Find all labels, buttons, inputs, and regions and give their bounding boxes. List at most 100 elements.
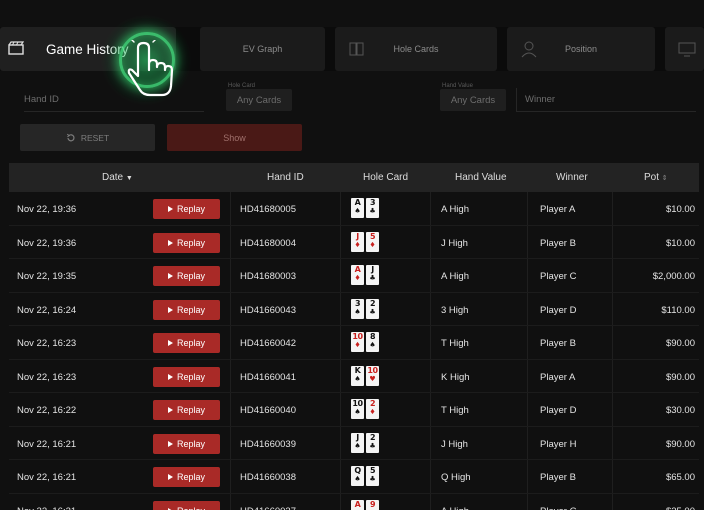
tab-label: EV Graph <box>242 44 283 54</box>
column-divider <box>527 493 528 510</box>
play-icon <box>167 239 173 246</box>
column-divider <box>527 359 528 392</box>
play-icon <box>167 474 173 480</box>
replay-button[interactable]: Replay <box>153 232 220 253</box>
date-header[interactable]: Date ▼ <box>102 172 133 183</box>
hand-id-cell: HD41660040 <box>240 405 296 416</box>
hand-value-select[interactable]: Any Cards <box>440 89 506 111</box>
column-divider <box>230 192 231 225</box>
hole-card-select[interactable]: Any Cards <box>226 89 292 111</box>
replay-label: Replay <box>176 405 205 415</box>
hole-cards: Q ♠ 5 ♣ <box>351 466 379 486</box>
playing-card: A ♦ <box>351 265 364 285</box>
person-icon <box>521 41 537 58</box>
play-icon <box>167 340 173 346</box>
pot-cell: $25.00 <box>666 506 695 510</box>
pot-cell: $90.00 <box>665 438 695 450</box>
column-divider <box>612 225 613 258</box>
playing-card: 3 ♣ <box>366 198 379 218</box>
reset-label: RESET <box>80 132 110 143</box>
column-divider <box>230 493 231 510</box>
winner-cell: Player B <box>540 338 576 349</box>
playing-card: 2 ♣ <box>366 298 379 319</box>
winner-cell: Player H <box>540 438 577 450</box>
pot-cell: $90.00 <box>665 371 695 383</box>
hand-id-cell: HD41680005 <box>240 204 296 215</box>
column-divider <box>340 426 341 459</box>
table-row: Nov 22, 19:35 Replay HD41680003 A ♦ J ♣ … <box>9 259 699 293</box>
winner-cell: Player D <box>540 304 577 316</box>
column-divider <box>230 426 231 459</box>
column-divider <box>230 460 231 493</box>
tab-hole-cards[interactable]: Hole Cards <box>335 27 497 71</box>
clapperboard-icon <box>8 41 24 55</box>
hand-value-header: Hand Value <box>455 172 507 183</box>
card-suit-icon: ♠ <box>354 441 361 450</box>
reset-button[interactable]: RESET <box>20 124 155 151</box>
replay-label: Replay <box>176 237 205 248</box>
column-divider <box>340 359 341 392</box>
column-divider <box>430 493 431 510</box>
play-icon <box>167 407 173 413</box>
column-divider <box>527 259 528 292</box>
winner-cell: Player A <box>540 204 576 215</box>
replay-button[interactable]: Replay <box>153 433 220 454</box>
column-divider <box>340 225 341 258</box>
show-label: Show <box>223 132 246 143</box>
column-divider <box>340 326 341 359</box>
pot-cell: $10.00 <box>665 237 695 249</box>
column-divider <box>340 192 341 225</box>
hand-id-placeholder: Hand ID <box>24 94 59 105</box>
hand-id-cell: HD41660038 <box>240 472 296 483</box>
card-rank: 9 <box>369 499 376 509</box>
replay-button[interactable]: Replay <box>153 266 220 286</box>
date-cell: Nov 22, 16:24 <box>17 304 77 316</box>
column-divider <box>612 493 613 510</box>
tab-position[interactable]: Position <box>507 27 655 71</box>
card-rank: J <box>356 432 359 442</box>
card-rank: 10 <box>367 365 378 375</box>
hand-id-input[interactable]: Hand ID <box>24 88 204 112</box>
pot-cell: $2,000.00 <box>652 271 695 282</box>
tab-more[interactable] <box>665 27 704 71</box>
column-divider <box>430 460 431 493</box>
column-divider <box>340 493 341 510</box>
sort-icon: ⇕ <box>661 175 668 182</box>
hand-value-cell: J High <box>441 237 468 249</box>
card-suit-icon: ♣ <box>369 441 376 450</box>
column-divider <box>430 225 431 258</box>
replay-button[interactable]: Replay <box>153 333 220 353</box>
pot-header[interactable]: Pot ⇕ <box>644 172 668 183</box>
column-divider <box>430 326 431 359</box>
table-row: Nov 22, 16:24 Replay HD41660043 3 ♠ 2 ♣ … <box>9 292 699 326</box>
column-divider <box>612 460 613 493</box>
replay-button[interactable]: Replay <box>153 500 220 510</box>
show-button[interactable]: Show <box>167 124 302 151</box>
replay-label: Replay <box>176 338 205 348</box>
replay-button[interactable]: Replay <box>153 400 220 420</box>
column-divider <box>230 292 231 325</box>
column-divider <box>230 359 231 392</box>
replay-button[interactable]: Replay <box>153 199 220 219</box>
date-cell: Nov 22, 19:35 <box>17 271 77 282</box>
card-rank: 5 <box>369 231 376 241</box>
pot-cell: $90.00 <box>665 338 695 349</box>
replay-label: Replay <box>176 204 205 214</box>
replay-button[interactable]: Replay <box>153 299 220 320</box>
card-suit-icon: ♠ <box>354 475 361 483</box>
card-suit-icon: ♦ <box>369 408 376 416</box>
replay-button[interactable]: Replay <box>153 467 220 487</box>
hand-id-cell: HD41660041 <box>240 371 296 383</box>
pot-cell: $10.00 <box>665 204 695 215</box>
card-rank: J <box>356 231 359 241</box>
hole-card-value: Any Cards <box>236 94 282 106</box>
tab-ev-graph[interactable]: EV Graph <box>200 27 325 71</box>
card-suit-icon: ♣ <box>369 207 376 215</box>
replay-button[interactable]: Replay <box>153 366 220 387</box>
play-icon <box>167 373 173 380</box>
winner-input[interactable]: Winner <box>516 88 696 112</box>
hand-value-cell: T High <box>441 338 469 349</box>
column-divider <box>612 326 613 359</box>
replay-label: Replay <box>176 304 205 315</box>
playing-card: J ♦ <box>351 231 364 252</box>
